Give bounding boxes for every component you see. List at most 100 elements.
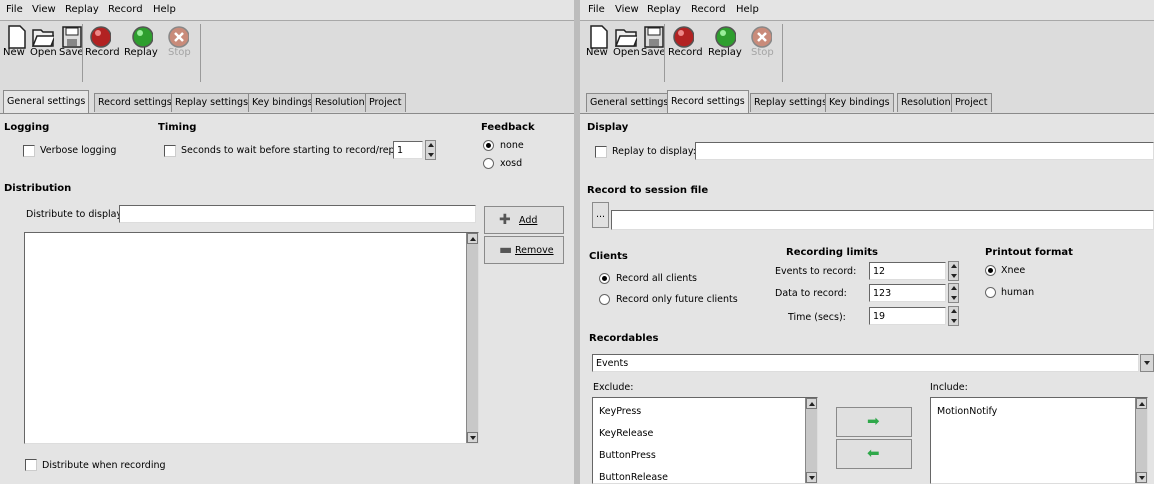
record-all-clients-radio[interactable]: [599, 273, 610, 284]
arrow-right-icon: ➡: [867, 412, 880, 430]
printout-xnee-label: Xnee: [1001, 265, 1026, 276]
tab-resolution[interactable]: Resolution: [311, 93, 369, 112]
recordables-select[interactable]: Events: [592, 354, 1139, 372]
settings-tabs: General settings Record settings Replay …: [580, 90, 1154, 114]
events-to-record-spinner[interactable]: [948, 261, 959, 281]
include-list[interactable]: MotionNotify: [930, 397, 1148, 484]
distribute-display-label: Distribute to display:: [26, 209, 125, 220]
feedback-heading: Feedback: [481, 122, 535, 133]
menu-bar: File View Replay Record Help: [580, 0, 1154, 21]
toolbar-new-label: New: [586, 47, 608, 58]
remove-button[interactable]: ▬ Remove: [484, 236, 564, 264]
tab-general-settings[interactable]: General settings: [586, 93, 673, 112]
replay-to-display-checkbox[interactable]: [595, 146, 607, 158]
include-list-scrollbar[interactable]: [1135, 398, 1147, 483]
distribute-when-recording-label: Distribute when recording: [42, 460, 166, 471]
recordables-dropdown-arrow[interactable]: [1140, 354, 1154, 372]
scroll-up-arrow[interactable]: [467, 233, 478, 244]
toolbar-separator: [664, 24, 665, 82]
general-settings-panel: Logging Verbose logging Timing Seconds t…: [0, 114, 574, 484]
tab-replay-settings[interactable]: Replay settings: [750, 93, 832, 112]
distribution-heading: Distribution: [4, 183, 72, 194]
left-window: File View Replay Record Help New Open Sa…: [0, 0, 574, 484]
move-to-include-button[interactable]: ➡: [836, 407, 912, 437]
scroll-down-arrow[interactable]: [1136, 472, 1147, 483]
tab-key-bindings[interactable]: Key bindings: [825, 93, 894, 112]
tab-resolution[interactable]: Resolution: [897, 93, 955, 112]
tab-key-bindings[interactable]: Key bindings: [248, 93, 317, 112]
distribute-display-input[interactable]: [119, 205, 476, 223]
feedback-none-radio[interactable]: [483, 140, 494, 151]
replay-to-display-label: Replay to display:: [612, 146, 696, 157]
menu-record[interactable]: Record: [691, 4, 726, 15]
record-icon: [90, 26, 111, 48]
scroll-down-arrow[interactable]: [467, 432, 478, 443]
menu-help[interactable]: Help: [736, 4, 759, 15]
menu-bar: File View Replay Record Help: [0, 0, 574, 21]
feedback-xosd-radio[interactable]: [483, 158, 494, 169]
distribute-when-recording-checkbox[interactable]: [25, 459, 37, 471]
remove-button-label: Remove: [515, 245, 554, 256]
scroll-down-arrow[interactable]: [806, 472, 817, 483]
scroll-up-arrow[interactable]: [806, 398, 817, 409]
exclude-list-item[interactable]: KeyPress: [599, 406, 641, 417]
exclude-list-item[interactable]: ButtonPress: [599, 450, 656, 461]
printout-human-radio[interactable]: [985, 287, 996, 298]
record-icon: [673, 26, 694, 48]
tab-replay-settings[interactable]: Replay settings: [171, 93, 253, 112]
browse-session-file-button[interactable]: ...: [592, 202, 609, 228]
record-future-clients-radio[interactable]: [599, 294, 610, 305]
exclude-list[interactable]: KeyPress KeyRelease ButtonPress ButtonRe…: [592, 397, 818, 484]
toolbar-separator: [782, 24, 783, 82]
include-list-item[interactable]: MotionNotify: [937, 406, 997, 417]
move-to-exclude-button[interactable]: ⬅: [836, 439, 912, 469]
menu-record[interactable]: Record: [108, 4, 143, 15]
replay-to-display-input[interactable]: [695, 142, 1154, 160]
events-to-record-label: Events to record:: [775, 266, 857, 277]
menu-view[interactable]: View: [32, 4, 56, 15]
toolbar-separator: [200, 24, 201, 82]
include-label: Include:: [930, 382, 968, 393]
feedback-xosd-label: xosd: [500, 158, 523, 169]
exclude-list-item[interactable]: ButtonRelease: [599, 472, 668, 483]
session-file-input[interactable]: [611, 210, 1154, 230]
plus-icon: ✚: [499, 212, 511, 228]
events-to-record-input[interactable]: 12: [869, 262, 946, 280]
menu-file[interactable]: File: [6, 4, 23, 15]
menu-help[interactable]: Help: [153, 4, 176, 15]
data-to-record-input[interactable]: 123: [869, 284, 946, 302]
scroll-up-arrow[interactable]: [1136, 398, 1147, 409]
printout-human-label: human: [1001, 287, 1035, 298]
clients-heading: Clients: [589, 251, 628, 262]
menu-replay[interactable]: Replay: [647, 4, 681, 15]
wait-seconds-spinner[interactable]: [425, 140, 436, 160]
settings-tabs: General settings Record settings Replay …: [0, 90, 574, 114]
new-document-icon: [590, 25, 608, 49]
menu-view[interactable]: View: [615, 4, 639, 15]
wait-seconds-input[interactable]: 1: [393, 141, 423, 159]
toolbar-save-label: Save: [641, 47, 666, 58]
add-button[interactable]: ✚ Add: [484, 206, 564, 234]
time-secs-input[interactable]: 19: [869, 307, 946, 325]
tab-project[interactable]: Project: [365, 93, 406, 112]
exclude-list-scrollbar[interactable]: [805, 398, 817, 483]
data-to-record-spinner[interactable]: [948, 283, 959, 303]
toolbar-replay-label: Replay: [124, 47, 158, 58]
wait-seconds-checkbox[interactable]: [164, 145, 176, 157]
tab-general-settings[interactable]: General settings: [3, 90, 90, 113]
distribution-list-scrollbar[interactable]: [466, 233, 478, 443]
folder-open-icon: [615, 29, 637, 47]
verbose-logging-checkbox[interactable]: [23, 145, 35, 157]
recording-limits-heading: Recording limits: [786, 247, 878, 258]
time-secs-spinner[interactable]: [948, 306, 959, 326]
toolbar-replay-label: Replay: [708, 47, 742, 58]
tab-record-settings[interactable]: Record settings: [94, 93, 176, 112]
distribution-list[interactable]: [24, 232, 479, 444]
menu-file[interactable]: File: [588, 4, 605, 15]
menu-replay[interactable]: Replay: [65, 4, 99, 15]
tab-record-settings[interactable]: Record settings: [667, 90, 749, 113]
tab-project[interactable]: Project: [951, 93, 992, 112]
printout-xnee-radio[interactable]: [985, 265, 996, 276]
exclude-list-item[interactable]: KeyRelease: [599, 428, 653, 439]
toolbar-separator: [82, 24, 83, 82]
